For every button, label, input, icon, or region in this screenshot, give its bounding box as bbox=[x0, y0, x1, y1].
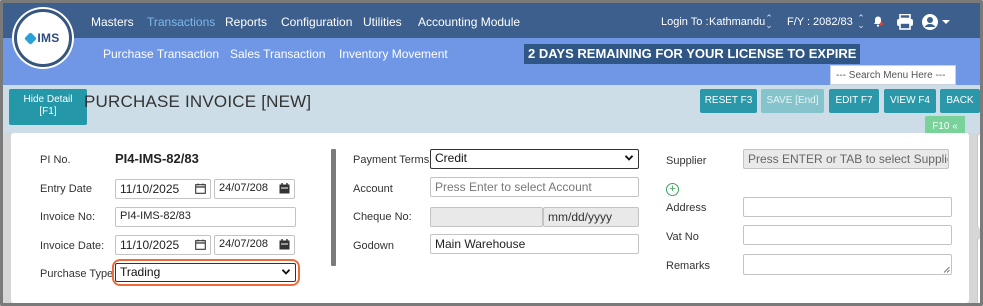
calendar-filled-icon[interactable] bbox=[279, 239, 290, 250]
address-label: Address bbox=[666, 202, 707, 214]
ims-logo[interactable]: IMS bbox=[14, 9, 72, 67]
calendar-icon[interactable] bbox=[195, 239, 206, 250]
app-window: IMS Masters Transactions Reports Configu… bbox=[0, 0, 983, 306]
vat-no-label: Vat No bbox=[666, 231, 699, 243]
login-label: Login To : bbox=[661, 16, 709, 28]
nav-accounting-module[interactable]: Accounting Module bbox=[418, 15, 520, 29]
remarks-label: Remarks bbox=[666, 260, 711, 272]
hide-detail-label: Hide Detail bbox=[23, 94, 73, 105]
supplier-input[interactable]: Press ENTER or TAB to select Supplier bbox=[743, 149, 949, 169]
entry-date-ad-input[interactable]: 11/10/2025 bbox=[115, 179, 211, 199]
subnav-sales-transaction[interactable]: Sales Transaction bbox=[230, 47, 325, 61]
address-input[interactable] bbox=[743, 197, 952, 217]
cheque-no-label: Cheque No: bbox=[353, 211, 412, 223]
remarks-textarea[interactable] bbox=[743, 254, 952, 275]
hide-detail-shortcut: [F1] bbox=[39, 106, 57, 117]
invoice-no-input[interactable]: PI4-IMS-82/83 bbox=[115, 207, 296, 227]
invoice-date-bs-value: 24/07/208 bbox=[219, 238, 268, 250]
payment-terms-value: Credit bbox=[435, 151, 468, 165]
entry-date-label: Entry Date bbox=[40, 183, 92, 195]
purchase-type-select[interactable]: Trading bbox=[115, 263, 296, 282]
license-warning-banner: 2 DAYS REMAINING FOR YOUR LICENSE TO EXP… bbox=[524, 44, 861, 64]
entry-date-ad-value: 11/10/2025 bbox=[120, 182, 180, 196]
add-supplier-icon[interactable]: + bbox=[666, 183, 679, 196]
subnav-purchase-transaction[interactable]: Purchase Transaction bbox=[103, 47, 219, 61]
entry-date-bs-value: 24/07/208 bbox=[219, 182, 268, 194]
invoice-no-value: PI4-IMS-82/83 bbox=[120, 210, 191, 222]
calendar-filled-icon[interactable] bbox=[279, 183, 290, 194]
purchase-type-value: Trading bbox=[120, 265, 161, 279]
fy-label: F/Y : bbox=[787, 16, 811, 28]
invoice-date-label: Invoice Date: bbox=[40, 240, 105, 252]
location-updown-icon[interactable]: ⌃ ⌄ bbox=[764, 14, 774, 30]
nav-utilities[interactable]: Utilities bbox=[363, 15, 402, 29]
pi-no-value: PI4-IMS-82/83 bbox=[115, 151, 199, 166]
cheque-date-input[interactable]: mm/dd/yyyy bbox=[543, 207, 639, 227]
printer-icon[interactable] bbox=[896, 14, 914, 30]
edit-button[interactable]: EDIT F7 bbox=[829, 89, 879, 113]
godown-input[interactable]: Main Warehouse bbox=[430, 234, 639, 254]
logo-text: IMS bbox=[37, 31, 60, 45]
login-location[interactable]: Kathmandu bbox=[709, 16, 765, 28]
hide-detail-button[interactable]: Hide Detail [F1] bbox=[9, 89, 87, 125]
resize-handle-icon[interactable] bbox=[943, 266, 950, 273]
nav-configuration[interactable]: Configuration bbox=[281, 15, 352, 29]
chevron-down-icon bbox=[282, 269, 290, 275]
user-avatar-icon[interactable] bbox=[921, 13, 951, 31]
fy-value[interactable]: 2082/83 bbox=[813, 16, 853, 28]
supplier-placeholder: Press ENTER or TAB to select Supplier bbox=[748, 152, 949, 166]
page-title: PURCHASE INVOICE [NEW] bbox=[84, 92, 312, 111]
column-divider bbox=[331, 149, 336, 266]
invoice-date-bs-input[interactable]: 24/07/208 bbox=[214, 235, 295, 255]
cheque-date-placeholder: mm/dd/yyyy bbox=[548, 210, 613, 224]
nav-transactions[interactable]: Transactions bbox=[147, 15, 215, 29]
payment-terms-label: Payment Terms bbox=[353, 154, 430, 166]
cheque-no-input[interactable] bbox=[430, 207, 543, 227]
bell-icon[interactable] bbox=[873, 16, 883, 27]
menu-search-input[interactable] bbox=[830, 65, 956, 85]
invoice-no-label: Invoice No: bbox=[40, 211, 96, 223]
back-button[interactable]: BACK bbox=[940, 89, 980, 113]
side-panel-edge bbox=[973, 133, 980, 303]
godown-label: Godown bbox=[353, 240, 394, 252]
entry-date-bs-input[interactable]: 24/07/208 bbox=[214, 179, 295, 199]
subnav-inventory-movement[interactable]: Inventory Movement bbox=[339, 47, 448, 61]
nav-masters[interactable]: Masters bbox=[91, 15, 134, 29]
pi-no-label: PI No. bbox=[40, 154, 71, 166]
calendar-icon[interactable] bbox=[195, 183, 206, 194]
logo-mark-icon bbox=[24, 31, 38, 45]
fy-updown-icon[interactable]: ⌃ ⌄ bbox=[856, 14, 866, 30]
godown-value: Main Warehouse bbox=[435, 237, 526, 251]
account-placeholder: Press Enter to select Account bbox=[435, 180, 592, 194]
invoice-date-ad-value: 11/10/2025 bbox=[120, 238, 180, 252]
invoice-date-ad-input[interactable]: 11/10/2025 bbox=[115, 235, 211, 255]
chevron-down-icon bbox=[625, 155, 633, 161]
purchase-type-label: Purchase Type bbox=[40, 268, 114, 280]
nav-reports[interactable]: Reports bbox=[225, 15, 267, 29]
save-button[interactable]: SAVE [End] bbox=[761, 89, 824, 113]
reset-button[interactable]: RESET F3 bbox=[700, 89, 757, 113]
supplier-label: Supplier bbox=[666, 155, 707, 167]
account-label: Account bbox=[353, 183, 393, 195]
account-input[interactable]: Press Enter to select Account bbox=[430, 177, 639, 197]
vat-no-input[interactable] bbox=[743, 225, 952, 245]
payment-terms-select[interactable]: Credit bbox=[430, 149, 639, 169]
view-button[interactable]: VIEW F4 bbox=[884, 89, 936, 113]
